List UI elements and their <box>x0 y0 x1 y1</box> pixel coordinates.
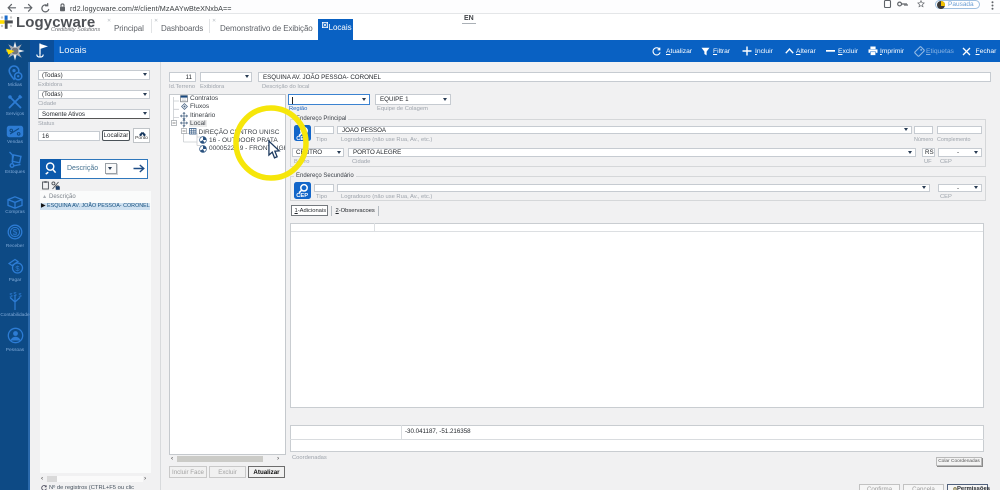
svg-text:CEP: CEP <box>296 193 308 199</box>
svg-text:$: $ <box>14 292 17 298</box>
svg-text:$: $ <box>19 293 22 299</box>
svg-text:$: $ <box>15 264 20 273</box>
svg-text:$: $ <box>13 228 18 237</box>
svg-text:$: $ <box>10 293 13 299</box>
